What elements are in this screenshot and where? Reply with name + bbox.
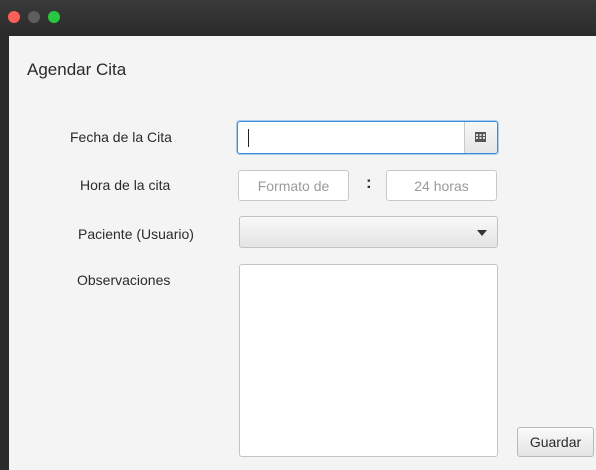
date-input[interactable] (237, 121, 498, 154)
chevron-down-icon (477, 230, 487, 236)
patient-select[interactable] (239, 216, 498, 248)
window-edge (0, 36, 9, 470)
time-label: Hora de la cita (80, 177, 171, 193)
maximize-window-button[interactable] (48, 11, 60, 23)
notes-label: Observaciones (77, 272, 171, 288)
app-window: Agendar Cita Fecha de la Cita Hora de la… (0, 0, 596, 470)
minimize-window-button[interactable] (28, 11, 40, 23)
minute-placeholder: 24 horas (414, 178, 469, 194)
minute-input[interactable]: 24 horas (386, 170, 497, 201)
title-bar (0, 0, 596, 37)
notes-textarea[interactable] (239, 264, 498, 457)
calendar-icon (475, 132, 486, 142)
text-caret (248, 129, 249, 147)
date-label: Fecha de la Cita (70, 129, 172, 145)
time-separator: : (366, 173, 372, 192)
save-button[interactable]: Guardar (517, 427, 594, 457)
hour-placeholder: Formato de (257, 178, 330, 194)
hour-input[interactable]: Formato de (238, 170, 349, 201)
calendar-button[interactable] (464, 122, 497, 153)
patient-label: Paciente (Usuario) (78, 226, 194, 242)
close-window-button[interactable] (8, 11, 20, 23)
page-title: Agendar Cita (27, 60, 127, 79)
